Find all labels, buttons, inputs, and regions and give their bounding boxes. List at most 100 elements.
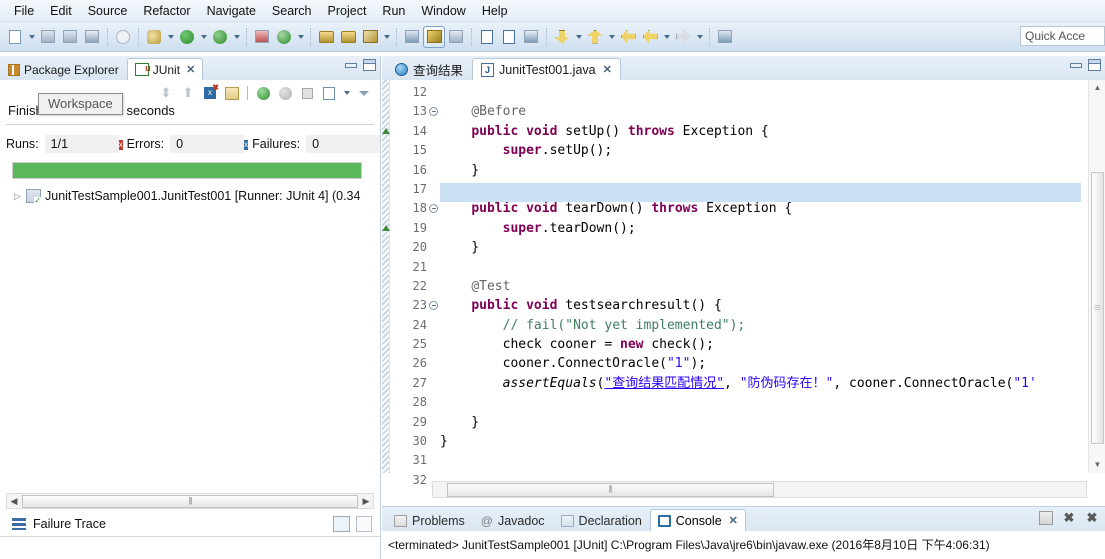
close-icon[interactable]: ✕ xyxy=(729,514,738,527)
next-failure-icon[interactable]: ⬆ xyxy=(178,83,198,103)
code-line[interactable]: assertEquals("查询结果匹配情况", "防伪码存在！", coone… xyxy=(440,374,1081,393)
tab-junittest001-java[interactable]: J JunitTest001.java ✕ xyxy=(472,58,621,80)
code-line[interactable]: cooner.ConnectOracle("1"); xyxy=(440,354,1081,373)
scroll-thumb[interactable] xyxy=(447,482,774,497)
perspective-button[interactable] xyxy=(714,26,736,48)
code-line[interactable]: check cooner = new check(); xyxy=(440,335,1081,354)
quick-access-input[interactable]: Quick Acce xyxy=(1020,26,1105,46)
junit-tree-hscrollbar[interactable]: ◀ ▶ xyxy=(6,493,374,509)
save-all-button[interactable] xyxy=(59,26,81,48)
copy-trace-icon[interactable] xyxy=(356,515,372,532)
scroll-up-icon[interactable]: ▲ xyxy=(1089,80,1105,96)
close-icon[interactable]: ✕ xyxy=(603,63,612,76)
compare-result-icon[interactable] xyxy=(333,515,350,532)
prev-edit-button[interactable] xyxy=(584,26,606,48)
forward-nav-button[interactable] xyxy=(672,26,694,48)
run-coverage-dropdown-icon[interactable] xyxy=(231,26,242,48)
scroll-right-icon[interactable]: ▶ xyxy=(359,496,373,507)
view-menu-dropdown-icon[interactable] xyxy=(341,82,352,104)
search-button[interactable] xyxy=(359,26,381,48)
new-wizard-button[interactable] xyxy=(4,26,26,48)
new-class-dropdown-icon[interactable] xyxy=(295,26,306,48)
code-line[interactable]: super.tearDown(); xyxy=(440,219,1081,238)
menu-search[interactable]: Search xyxy=(264,2,320,20)
code-line[interactable] xyxy=(440,393,1081,412)
open-resource-button[interactable] xyxy=(337,26,359,48)
terminate-icon[interactable] xyxy=(1039,511,1053,525)
code-line[interactable]: } xyxy=(440,238,1081,257)
code-line[interactable] xyxy=(440,451,1081,470)
test-results-tree[interactable]: ▷ JunitTestSample001.JunitTest001 [Runne… xyxy=(0,187,380,485)
remove-launch-icon[interactable]: ✖ xyxy=(1062,511,1076,525)
code-line[interactable]: public void testsearchresult() { xyxy=(440,296,1081,315)
menu-file[interactable]: File xyxy=(6,2,42,20)
editor-hscrollbar[interactable] xyxy=(432,481,1087,498)
scroll-left-icon[interactable]: ◀ xyxy=(7,496,21,507)
maximize-icon[interactable] xyxy=(363,59,376,71)
code-line[interactable]: } xyxy=(440,161,1081,180)
menu-help[interactable]: Help xyxy=(474,2,516,20)
scroll-down-icon[interactable]: ▼ xyxy=(1089,457,1105,473)
scroll-thumb[interactable] xyxy=(22,494,358,508)
source-code[interactable]: @Before public void setUp() throws Excep… xyxy=(440,83,1081,473)
minimize-icon[interactable] xyxy=(1069,59,1082,70)
run-coverage-button[interactable] xyxy=(209,26,231,48)
code-line[interactable]: @Before xyxy=(440,102,1081,121)
menu-run[interactable]: Run xyxy=(374,2,413,20)
code-line[interactable]: // fail("Not yet implemented"); xyxy=(440,316,1081,335)
show-whitespace-button[interactable] xyxy=(476,26,498,48)
code-line[interactable]: } xyxy=(440,413,1081,432)
forward-nav-dropdown-icon[interactable] xyxy=(694,26,705,48)
save-button[interactable] xyxy=(37,26,59,48)
code-line[interactable]: @Test xyxy=(440,277,1081,296)
prev-edit-dropdown-icon[interactable] xyxy=(606,26,617,48)
toggle-breakpoint-button[interactable] xyxy=(112,26,134,48)
code-line[interactable]: public void setUp() throws Exception { xyxy=(440,122,1081,141)
fold-collapse-icon[interactable] xyxy=(429,204,438,214)
code-line[interactable] xyxy=(440,258,1081,277)
code-line[interactable]: super.setUp(); xyxy=(440,141,1081,160)
back-history-button[interactable] xyxy=(617,26,639,48)
close-icon[interactable]: ✕ xyxy=(186,63,195,76)
mark-occurrences-button[interactable] xyxy=(445,26,467,48)
open-type-button[interactable] xyxy=(315,26,337,48)
new-java-project-button[interactable] xyxy=(251,26,273,48)
lock-scroll-icon[interactable] xyxy=(222,83,242,103)
tab-javadoc[interactable]: @ Javadoc xyxy=(473,509,553,531)
back-nav-button[interactable] xyxy=(639,26,661,48)
tab-console[interactable]: Console ✕ xyxy=(649,509,746,531)
code-editor[interactable]: 12 13 14 15 16 17 18 19 20 21 22 23 24 25 26 27 28 29 30 31… xyxy=(382,80,1105,504)
editor-vscrollbar[interactable]: ▲ ▼ xyxy=(1088,80,1105,473)
search-dropdown-icon[interactable] xyxy=(381,26,392,48)
remove-all-launches-icon[interactable]: ✖ xyxy=(1085,511,1099,525)
back-nav-dropdown-icon[interactable] xyxy=(661,26,672,48)
chevron-right-icon[interactable]: ▷ xyxy=(14,191,26,202)
rerun-failed-icon[interactable] xyxy=(275,83,295,103)
next-edit-dropdown-icon[interactable] xyxy=(573,26,584,48)
editor-highlight-button[interactable] xyxy=(423,25,445,48)
show-failures-only-icon[interactable]: x ✖ xyxy=(200,83,220,103)
code-line[interactable]: } xyxy=(440,432,1081,451)
test-history-icon[interactable] xyxy=(319,83,339,103)
run-dropdown-icon[interactable] xyxy=(198,26,209,48)
code-line[interactable] xyxy=(440,183,1081,203)
fold-collapse-icon[interactable] xyxy=(429,107,438,117)
code-line[interactable] xyxy=(440,83,1081,102)
stop-icon[interactable] xyxy=(297,83,317,103)
tab-query-result[interactable]: 查询结果 xyxy=(386,58,472,80)
tab-junit[interactable]: u JUnit ✕ xyxy=(126,58,204,80)
run-button[interactable] xyxy=(176,26,198,48)
debug-dropdown-icon[interactable] xyxy=(165,26,176,48)
skip-breakpoints-button[interactable] xyxy=(520,26,542,48)
fold-collapse-icon[interactable] xyxy=(429,301,438,311)
tab-problems[interactable]: Problems xyxy=(386,509,473,531)
debug-button[interactable] xyxy=(143,26,165,48)
view-menu-icon[interactable] xyxy=(354,83,374,103)
new-wizard-dropdown-icon[interactable] xyxy=(26,26,37,48)
new-class-button[interactable] xyxy=(273,26,295,48)
prev-failure-icon[interactable]: ⬍ xyxy=(156,83,176,103)
menu-project[interactable]: Project xyxy=(320,2,375,20)
minimize-icon[interactable] xyxy=(344,59,357,70)
next-annotation-button[interactable] xyxy=(401,26,423,48)
print-button[interactable] xyxy=(81,26,103,48)
